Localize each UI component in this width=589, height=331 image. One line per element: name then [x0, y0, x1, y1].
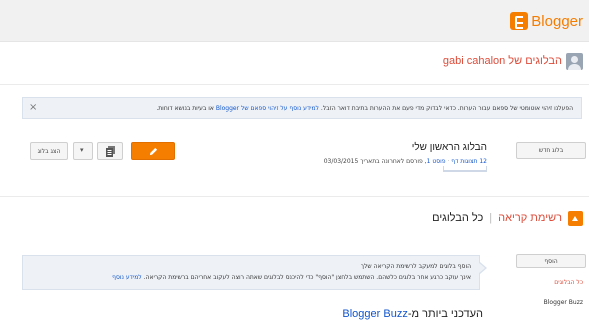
posts-list-button[interactable] — [97, 142, 123, 160]
tip-body: אינך עוקב כרגע אחר בלוגים כלשהם. השתמש ב… — [31, 272, 471, 283]
add-button[interactable]: הוסף — [516, 254, 586, 268]
notice-text-before: הפעלנו זיהוי אוטומטי של ספאם עבור הערות.… — [318, 104, 573, 112]
reading-list-tip: הוסף בלוגים למעקב לרשימת הקריאה שלך אינך… — [22, 255, 480, 290]
notice-text: הפעלנו זיהוי אוטומטי של ספאם עבור הערות.… — [156, 105, 573, 112]
all-blogs-heading: כל הבלוגים — [432, 212, 484, 224]
user-blogs-title: הבלוגים של gabi cahalon — [442, 55, 562, 67]
blogger-logo-icon — [510, 12, 529, 30]
posts-link[interactable]: פוסט 1 — [427, 158, 446, 165]
reading-list-header: רשימת קריאה | כל הבלוגים — [432, 209, 583, 227]
blog-title[interactable]: הבלוג הראשון שלי — [412, 142, 487, 153]
pencil-icon — [149, 147, 158, 156]
user-heading: הבלוגים של gabi cahalon — [443, 52, 583, 70]
collapse-icon[interactable] — [568, 210, 583, 226]
latest-source-link[interactable]: Blogger Buzz — [342, 308, 407, 320]
divider — [0, 84, 589, 85]
latest-from-heading: העדכני ביותר מ-Blogger Buzz — [342, 308, 483, 320]
notice-link[interactable]: למידע נוסף על זיהוי ספאם של Blogger — [216, 105, 319, 112]
tip-arrow-inner — [479, 263, 485, 273]
notice-text-after: או בעיות בנושא דוחות. — [156, 104, 216, 112]
blogger-logo[interactable]: Blogger — [510, 10, 583, 32]
pages-icon — [106, 146, 115, 157]
tip-body-text: אינך עוקב כרגע אחר בלוגים כלשהם. השתמש ב… — [141, 274, 471, 281]
sidebar-item-blogger-buzz[interactable]: Blogger Buzz — [544, 299, 583, 306]
pageviews-link[interactable]: 12 תצוגות דף — [451, 158, 487, 165]
divider — [0, 196, 589, 197]
close-icon[interactable]: × — [29, 102, 37, 113]
new-blog-button[interactable]: בלוג חדש — [516, 142, 586, 159]
pageviews-bar — [443, 166, 487, 172]
latest-prefix: העדכני ביותר מ- — [407, 308, 483, 320]
blog-stats: 12 תצוגות דף · פוסט 1, פורסם לאחרונה בתא… — [323, 158, 487, 165]
top-bar: Blogger — [0, 0, 589, 42]
spam-notice: הפעלנו זיהוי אוטומטי של ספאם עבור הערות.… — [22, 97, 582, 119]
sidebar-item-all-blogs[interactable]: כל הבלוגים — [554, 279, 583, 286]
more-options-button[interactable]: ▾ — [73, 142, 93, 160]
logo-text: Blogger — [531, 12, 583, 30]
new-post-button[interactable] — [131, 142, 175, 160]
avatar-icon[interactable] — [566, 52, 583, 70]
view-blog-button[interactable]: הצג בלוג — [30, 142, 68, 160]
separator: | — [489, 212, 493, 224]
learn-more-link[interactable]: למידע נוסף — [112, 274, 142, 281]
chevron-down-icon: ▾ — [80, 146, 84, 154]
last-published: , פורסם לאחרונה בתאריך 03/03/2015 — [323, 158, 427, 165]
reading-list-title: רשימת קריאה — [498, 212, 562, 224]
tip-title: הוסף בלוגים למעקב לרשימת הקריאה שלך — [360, 263, 471, 270]
